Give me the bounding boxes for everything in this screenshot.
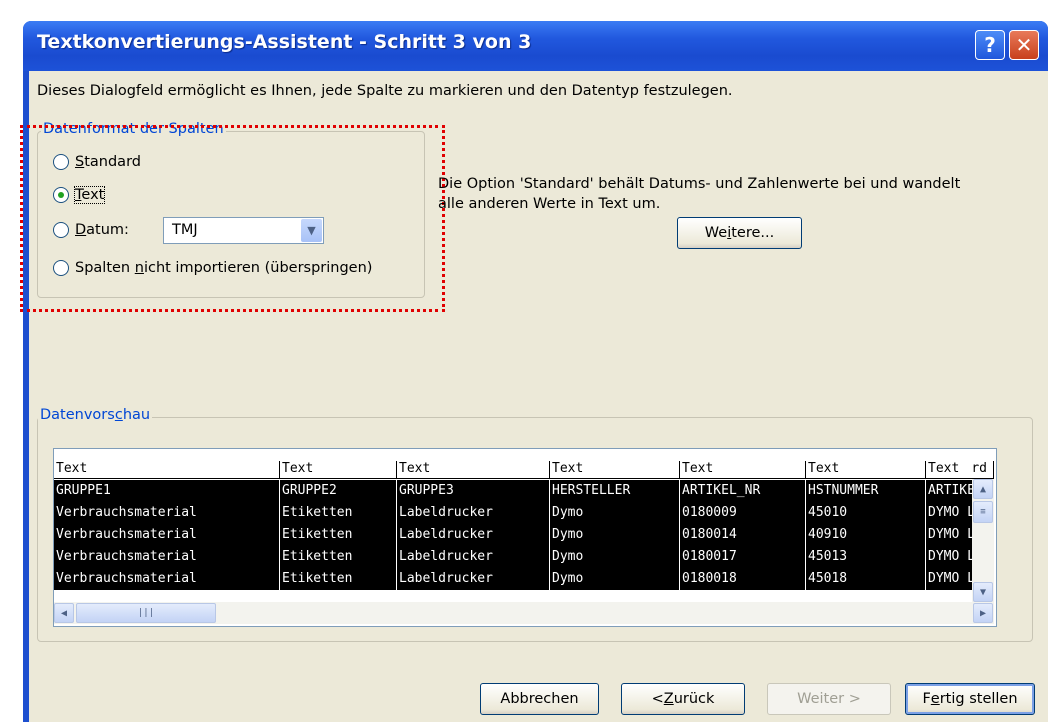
table-cell: Dymo — [550, 546, 679, 568]
column-type-header[interactable]: Text — [806, 461, 926, 479]
scroll-left-icon[interactable]: ◀ — [54, 603, 74, 623]
chevron-down-icon[interactable]: ▼ — [301, 219, 322, 242]
table-row: Verbrauchsmaterial Etiketten Labeldrucke… — [54, 502, 994, 524]
table-cell: Labeldrucker — [397, 546, 549, 568]
finish-button[interactable]: Fe rtig stellen — [905, 683, 1035, 715]
table-cell: Etiketten — [280, 502, 396, 524]
table-cell: Verbrauchsmaterial — [54, 524, 279, 546]
table-cell: 0180014 — [680, 524, 805, 546]
table-cell: 45010 — [806, 502, 925, 524]
more-button[interactable]: We i tere... — [677, 217, 802, 249]
title-bar: Textkonvertierungs-Assistent - Schritt 3… — [23, 21, 1048, 71]
radio-text-label: Text — [73, 186, 106, 204]
table-cell: 0180018 — [680, 568, 805, 590]
scroll-up-icon[interactable]: ▲ — [973, 479, 993, 499]
table-cell: 45018 — [806, 568, 925, 590]
table-row: Verbrauchsmaterial Etiketten Labeldrucke… — [54, 546, 994, 568]
standard-info-text: Die Option 'Standard' behält Datums- und… — [438, 176, 961, 212]
next-button[interactable]: Weiter > — [767, 683, 891, 715]
data-preview-grid[interactable]: Text Text Text Text Text Text Text rd GRU… — [53, 448, 997, 627]
table-cell: 45013 — [806, 546, 925, 568]
horizontal-scroll-thumb[interactable]: ||| — [76, 603, 216, 623]
window-title: Textkonvertierungs-Assistent - Schritt 3… — [37, 31, 532, 53]
radio-date-label: Datum: — [75, 222, 129, 238]
table-cell: GRUPPE3 — [397, 480, 549, 502]
table-cell: DYMO L — [926, 524, 972, 546]
preview-header-row: Text Text Text Text Text Text Text rd — [54, 449, 996, 479]
table-cell: Verbrauchsmaterial — [54, 502, 279, 524]
vertical-scrollbar[interactable]: ▲ ≡ ▼ — [972, 479, 994, 602]
intro-text: Dieses Dialogfeld ermöglicht es Ihnen, j… — [37, 83, 733, 99]
table-cell: Etiketten — [280, 568, 396, 590]
table-cell: Dymo — [550, 524, 679, 546]
table-cell: Dymo — [550, 568, 679, 590]
table-cell: Labeldrucker — [397, 568, 549, 590]
radio-skip-circle[interactable] — [53, 260, 69, 276]
table-row: GRUPPE1 GRUPPE2 GRUPPE3 HERSTELLER ARTIK… — [54, 480, 994, 502]
close-button[interactable]: ✕ — [1009, 30, 1039, 60]
table-cell: Verbrauchsmaterial — [54, 568, 279, 590]
table-cell: HSTNUMMER — [806, 480, 925, 502]
cancel-button[interactable]: Abbrechen — [480, 683, 599, 715]
column-type-header[interactable]: Text — [397, 461, 550, 479]
table-cell: 0180009 — [680, 502, 805, 524]
table-cell: ARTIKEL_NR — [680, 480, 805, 502]
table-cell: DYMO L — [926, 502, 972, 524]
table-cell: HERSTELLER — [550, 480, 679, 502]
data-preview-legend: Datenvorschau — [38, 407, 153, 423]
table-cell: Labeldrucker — [397, 502, 549, 524]
table-cell: DYMO L — [926, 546, 972, 568]
date-format-select[interactable]: TMJ ▼ — [163, 217, 324, 244]
dialog-body: Dieses Dialogfeld ermöglicht es Ihnen, j… — [20, 71, 1048, 722]
radio-skip-column[interactable]: Spalten nicht importieren (überspringen) — [53, 260, 372, 276]
table-cell: Labeldrucker — [397, 524, 549, 546]
column-type-header[interactable]: Text — [54, 461, 280, 479]
scroll-right-icon[interactable]: ▶ — [973, 603, 993, 623]
radio-date-circle[interactable] — [53, 222, 69, 238]
table-cell: Verbrauchsmaterial — [54, 546, 279, 568]
table-row: Verbrauchsmaterial Etiketten Labeldrucke… — [54, 568, 994, 590]
radio-skip-label: Spalten nicht importieren (überspringen) — [75, 260, 373, 276]
table-cell: ARTIKE — [926, 480, 972, 502]
column-type-header[interactable]: Text rd — [926, 461, 994, 479]
table-cell: GRUPPE1 — [54, 480, 279, 502]
radio-standard-label: Standard — [75, 154, 141, 170]
table-cell: Etiketten — [280, 546, 396, 568]
column-type-header[interactable]: Text — [280, 461, 397, 479]
horizontal-scrollbar[interactable]: ◀ ||| ▶ — [54, 602, 994, 624]
table-cell: DYMO L — [926, 568, 972, 590]
back-button[interactable]: < Zurück — [621, 683, 745, 715]
table-cell: Dymo — [550, 502, 679, 524]
scroll-thumb[interactable]: ≡ — [973, 501, 993, 523]
table-cell: 40910 — [806, 524, 925, 546]
help-button[interactable]: ? — [975, 30, 1005, 60]
radio-date[interactable]: Datum: — [53, 222, 129, 238]
radio-text-circle[interactable] — [53, 187, 69, 203]
column-type-header[interactable]: Text — [550, 461, 680, 479]
scroll-down-icon[interactable]: ▼ — [973, 582, 993, 602]
wizard-window: Textkonvertierungs-Assistent - Schritt 3… — [20, 21, 1048, 722]
table-cell: Etiketten — [280, 524, 396, 546]
radio-standard-circle[interactable] — [53, 154, 69, 170]
column-type-header[interactable]: Text — [680, 461, 806, 479]
radio-standard[interactable]: Standard — [53, 154, 141, 170]
table-row: Verbrauchsmaterial Etiketten Labeldrucke… — [54, 524, 994, 546]
date-format-value: TMJ — [172, 222, 198, 238]
table-cell: 0180017 — [680, 546, 805, 568]
radio-text[interactable]: Text — [53, 186, 106, 204]
table-cell: GRUPPE2 — [280, 480, 396, 502]
